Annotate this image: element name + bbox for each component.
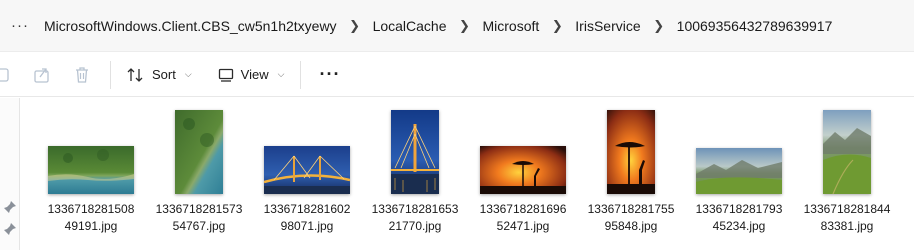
file-name: 1336718281844 83381.jpg	[803, 202, 891, 233]
file-item[interactable]: 1336718281696 52471.jpg	[469, 98, 577, 250]
breadcrumb: MicrosoftWindows.Client.CBS_cw5n1h2txyew…	[38, 0, 836, 51]
breadcrumb-item[interactable]: 10069356432789639917	[673, 18, 837, 34]
toolbar-divider	[300, 60, 302, 89]
chevron-right-icon[interactable]: ❯	[543, 18, 571, 34]
chevron-right-icon[interactable]: ❯	[341, 18, 369, 34]
sort-button[interactable]: Sort ⌵	[119, 58, 200, 92]
image-thumbnail	[48, 146, 134, 194]
file-name: 1336718281573 54767.jpg	[155, 202, 243, 233]
pin-icon	[4, 223, 16, 235]
image-thumbnail	[480, 146, 566, 194]
delete-icon[interactable]	[62, 58, 102, 92]
breadcrumb-item[interactable]: IrisService	[571, 18, 644, 34]
chevron-down-icon: ⌵	[184, 69, 192, 79]
share-icon[interactable]	[22, 58, 62, 92]
pin-icon	[4, 201, 16, 213]
address-bar: ··· MicrosoftWindows.Client.CBS_cw5n1h2t…	[0, 0, 914, 52]
file-list: 1336718281508 49191.jpg 1336718281573 5476…	[21, 98, 914, 250]
chevron-down-icon: ⌵	[277, 69, 285, 79]
view-button[interactable]: View ⌵	[210, 58, 293, 92]
file-item[interactable]: 1336718281653 21770.jpg	[361, 98, 469, 250]
breadcrumb-item[interactable]: LocalCache	[369, 18, 451, 34]
sort-label: Sort	[152, 67, 176, 82]
file-item[interactable]: 1336718281602 98071.jpg	[253, 98, 361, 250]
command-bar: Sort ⌵ View ⌵ ···	[0, 53, 914, 97]
file-name: 1336718281755 95848.jpg	[587, 202, 675, 233]
file-name: 1336718281602 98071.jpg	[263, 202, 351, 233]
image-thumbnail	[175, 110, 223, 194]
image-thumbnail	[823, 110, 871, 194]
image-thumbnail	[391, 110, 439, 194]
file-item[interactable]: 1336718281508 49191.jpg	[37, 98, 145, 250]
image-thumbnail	[696, 148, 782, 194]
file-item[interactable]: 1336718281573 54767.jpg	[145, 98, 253, 250]
image-thumbnail	[264, 146, 350, 194]
breadcrumb-overflow-button[interactable]: ···	[2, 11, 38, 41]
file-item[interactable]: 1336718281844 83381.jpg	[793, 98, 901, 250]
file-item[interactable]: 1336718281755 95848.jpg	[577, 98, 685, 250]
file-name: 1336718281696 52471.jpg	[479, 202, 567, 233]
chevron-right-icon[interactable]: ❯	[645, 18, 673, 34]
navigation-pane[interactable]	[0, 98, 20, 250]
image-thumbnail	[607, 110, 655, 194]
file-name: 1336718281793 45234.jpg	[695, 202, 783, 233]
toolbar-divider	[110, 60, 111, 89]
file-item[interactable]: 1336718281793 45234.jpg	[685, 98, 793, 250]
chevron-right-icon[interactable]: ❯	[451, 18, 479, 34]
breadcrumb-item[interactable]: MicrosoftWindows.Client.CBS_cw5n1h2txyew…	[40, 18, 341, 34]
breadcrumb-item[interactable]: Microsoft	[479, 18, 544, 34]
file-name: 1336718281508 49191.jpg	[47, 202, 135, 233]
sort-icon	[127, 67, 143, 82]
view-label: View	[240, 67, 269, 82]
rename-icon[interactable]	[0, 58, 22, 92]
view-icon	[218, 68, 233, 82]
more-options-button[interactable]: ···	[309, 58, 350, 92]
file-name: 1336718281653 21770.jpg	[371, 202, 459, 233]
